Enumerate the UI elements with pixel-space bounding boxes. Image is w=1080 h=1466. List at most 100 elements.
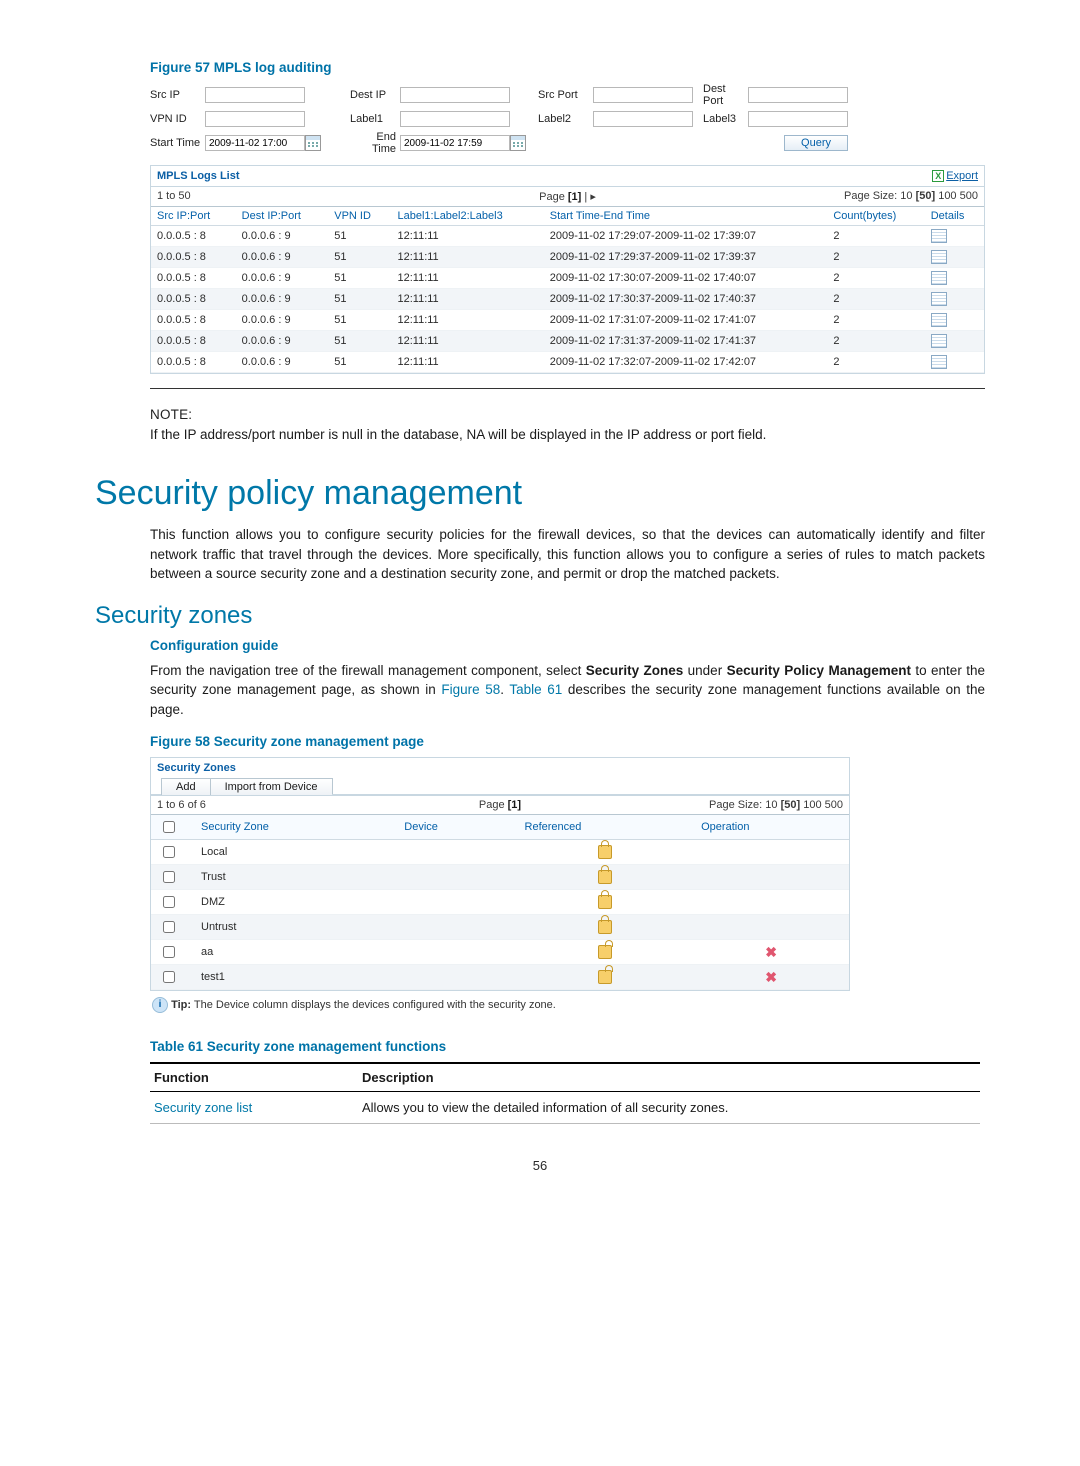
dest-port-input[interactable] [748,87,848,103]
table-cell: 0.0.0.6 : 9 [236,310,329,331]
start-time-input[interactable] [205,135,305,151]
note-text: If the IP address/port number is null in… [150,426,985,444]
row-checkbox[interactable] [163,871,175,883]
details-icon[interactable] [931,334,947,348]
details-icon[interactable] [931,355,947,369]
table-cell: 2 [827,289,924,310]
sz-col-header[interactable]: Referenced [517,815,694,840]
table-cell: 0.0.0.6 : 9 [236,268,329,289]
label1-input[interactable] [400,111,510,127]
zone-name-cell[interactable]: test1 [193,964,396,989]
device-cell [396,839,516,864]
row-checkbox[interactable] [163,896,175,908]
figure-58-link[interactable]: Figure 58 [441,682,500,697]
details-icon[interactable] [931,271,947,285]
details-icon[interactable] [931,229,947,243]
row-checkbox[interactable] [163,946,175,958]
row-checkbox[interactable] [163,971,175,983]
zone-name-cell[interactable]: Untrust [193,914,396,939]
src-port-input[interactable] [593,87,693,103]
page-size-option[interactable]: [50] [778,799,801,811]
export-link[interactable]: XExport [932,170,978,182]
label1-label: Label1 [350,113,400,125]
table-61-link[interactable]: Table 61 [509,682,562,697]
mpls-col-header[interactable]: Details [925,207,984,226]
sz-pager: 1 to 6 of 6 Page [1] Page Size: 10 [50] … [151,796,849,815]
mpls-col-header[interactable]: VPN ID [328,207,391,226]
mpls-col-header[interactable]: Label1:Label2:Label3 [391,207,543,226]
table-cell: 0.0.0.5 : 8 [151,310,236,331]
calendar-icon[interactable] [510,135,526,151]
zone-name-cell[interactable]: DMZ [193,889,396,914]
security-zones-title: Security Zones [157,762,236,774]
end-time-label: End Time [350,131,400,155]
dest-ip-input[interactable] [400,87,510,103]
excel-icon: X [932,170,944,182]
sz-col-header [151,815,193,840]
table-61-caption: Table 61 Security zone management functi… [150,1039,985,1054]
zone-name-cell[interactable]: Trust [193,864,396,889]
page-size-option[interactable]: 10 [900,190,912,202]
calendar-icon[interactable] [305,135,321,151]
details-icon[interactable] [931,313,947,327]
src-ip-label: Src IP [150,89,205,101]
pager-page[interactable]: [1] [508,799,521,811]
table-cell: 2009-11-02 17:31:07-2009-11-02 17:41:07 [544,310,828,331]
table-cell: 12:11:11 [391,247,543,268]
vpn-id-input[interactable] [205,111,305,127]
pager-range: 1 to 50 [157,190,431,203]
mpls-filter-form: Src IP Dest IP Src Port Dest Port VPN ID… [150,83,985,155]
table-cell: 0.0.0.6 : 9 [236,247,329,268]
import-from-device-button[interactable]: Import from Device [210,778,333,795]
table-cell: 2009-11-02 17:31:37-2009-11-02 17:41:37 [544,331,828,352]
info-icon: i [152,997,168,1013]
table-row: 0.0.0.5 : 80.0.0.6 : 95112:11:112009-11-… [151,331,984,352]
zone-name-cell[interactable]: aa [193,939,396,964]
pager-next-icon[interactable]: | ▸ [584,191,595,203]
sz-col-header[interactable]: Security Zone [193,815,396,840]
src-ip-input[interactable] [205,87,305,103]
page-size-option[interactable]: 100 [800,799,821,811]
page-size-option[interactable]: 10 [765,799,777,811]
figure-57-caption: Figure 57 MPLS log auditing [150,60,985,75]
mpls-col-header[interactable]: Src IP:Port [151,207,236,226]
lock-icon [598,845,612,859]
function-cell[interactable]: Security zone list [150,1091,358,1123]
delete-icon[interactable]: ✖ [765,946,777,958]
table-cell: 2009-11-02 17:30:07-2009-11-02 17:40:07 [544,268,828,289]
sz-col-header[interactable]: Operation [693,815,849,840]
table-cell: 51 [328,226,391,247]
table-cell: 0.0.0.6 : 9 [236,331,329,352]
sz-col-header[interactable]: Device [396,815,516,840]
zone-name-cell[interactable]: Local [193,839,396,864]
label3-input[interactable] [748,111,848,127]
mpls-logs-table: Src IP:PortDest IP:PortVPN IDLabel1:Labe… [151,207,984,373]
end-time-input[interactable] [400,135,510,151]
table-cell: 12:11:11 [391,289,543,310]
lock-icon [598,920,612,934]
add-button[interactable]: Add [161,778,211,795]
table-row: Untrust [151,914,849,939]
mpls-col-header[interactable]: Dest IP:Port [236,207,329,226]
query-button[interactable]: Query [784,135,848,151]
vpn-id-label: VPN ID [150,113,205,125]
details-icon[interactable] [931,292,947,306]
src-port-label: Src Port [538,89,593,101]
delete-icon[interactable]: ✖ [765,971,777,983]
pager-page[interactable]: [1] [568,191,581,203]
table-row: 0.0.0.5 : 80.0.0.6 : 95112:11:112009-11-… [151,268,984,289]
page-size-option[interactable]: 500 [822,799,843,811]
mpls-col-header[interactable]: Count(bytes) [827,207,924,226]
table-row: test1 ✖ [151,964,849,989]
row-checkbox[interactable] [163,846,175,858]
select-all-checkbox[interactable] [163,821,175,833]
page-size-option[interactable]: 500 [957,190,978,202]
page-size-option[interactable]: [50] [913,190,936,202]
note-rule [150,388,985,389]
row-checkbox[interactable] [163,921,175,933]
table-cell: 2 [827,247,924,268]
page-size-option[interactable]: 100 [935,190,956,202]
mpls-col-header[interactable]: Start Time-End Time [544,207,828,226]
label2-input[interactable] [593,111,693,127]
details-icon[interactable] [931,250,947,264]
